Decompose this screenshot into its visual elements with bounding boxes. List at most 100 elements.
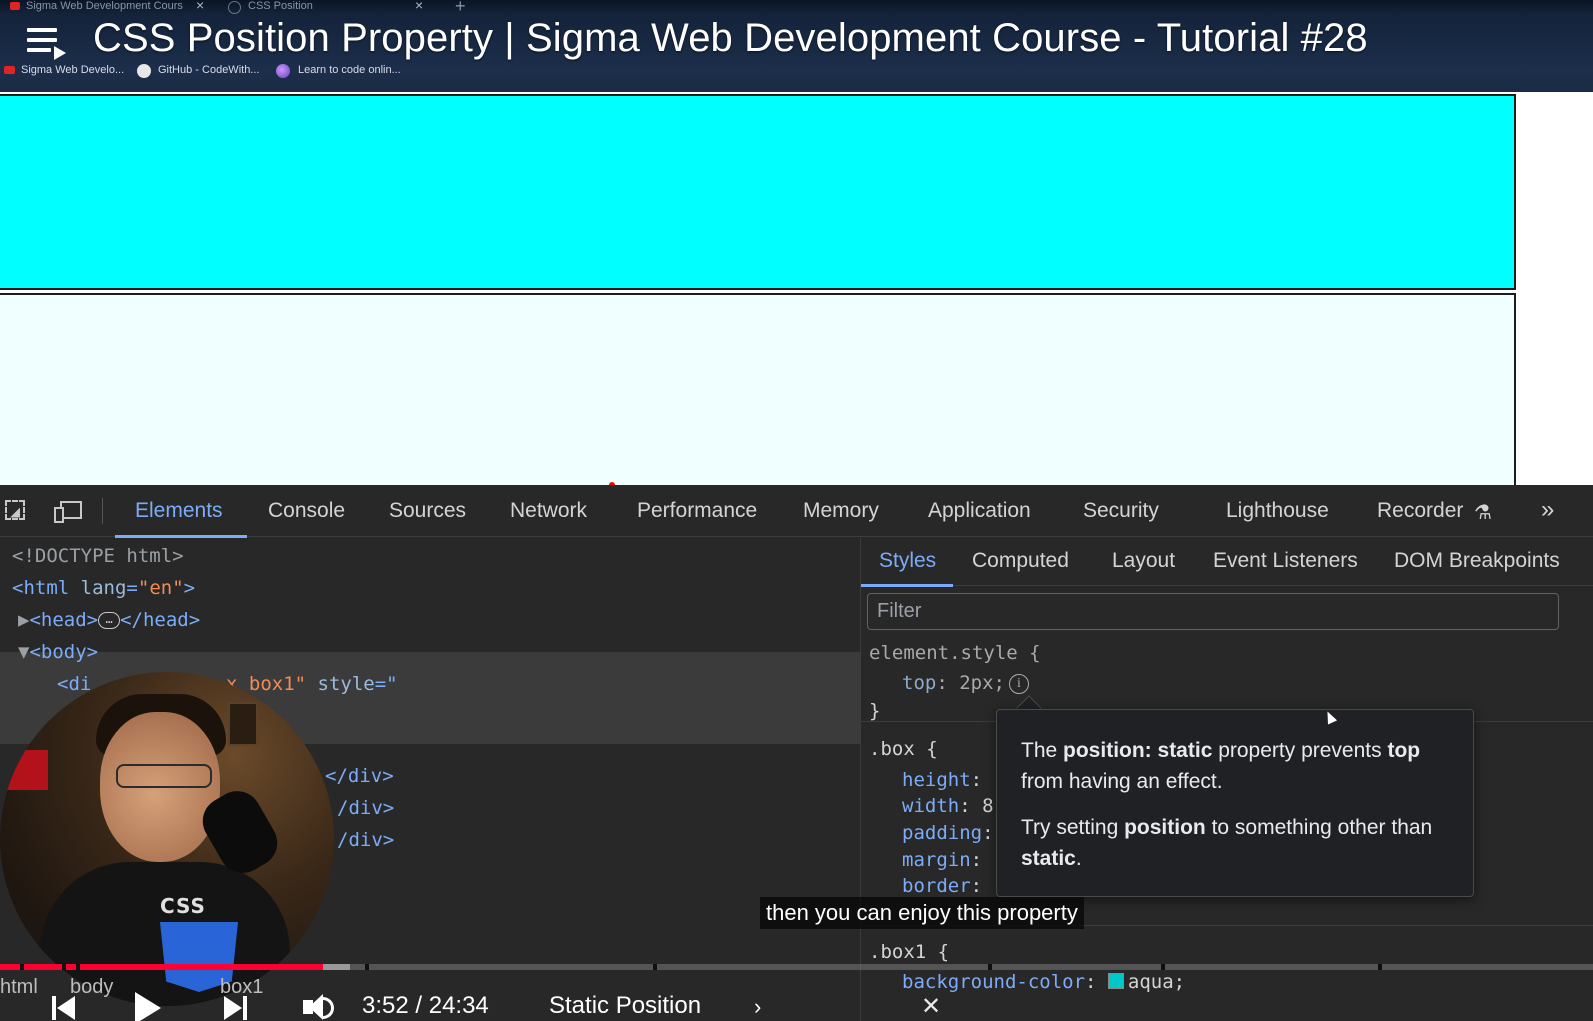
- tag-name: <html: [12, 577, 70, 599]
- head-node[interactable]: ▶<head>… </head>: [18, 609, 200, 631]
- toolbar-divider: [102, 498, 103, 524]
- video-caption: then you can enjoy this property: [760, 897, 1084, 929]
- time-display: 3:52 / 24:34: [362, 992, 489, 1019]
- prop-name: border: [902, 875, 971, 897]
- attr-name: style: [317, 673, 375, 695]
- collapsed-ellipsis-button[interactable]: …: [98, 612, 121, 629]
- selector-text: element.style {: [869, 642, 1041, 664]
- chapter-marker: [1161, 964, 1166, 970]
- browser-tab-sigma[interactable]: Sigma Web Development Cours: [10, 0, 210, 14]
- tab-memory[interactable]: Memory: [803, 499, 879, 523]
- previous-video-icon[interactable]: [52, 992, 78, 1020]
- html-node[interactable]: <html lang="en">: [12, 577, 195, 599]
- attr-value: "en": [137, 577, 184, 599]
- div-box1-attrs[interactable]: x box1" style=": [226, 673, 398, 695]
- element-style-selector[interactable]: element.style {: [869, 642, 1041, 664]
- close-tab-icon[interactable]: ×: [415, 0, 423, 13]
- box-prop-border[interactable]: border:: [902, 875, 994, 897]
- tab-sources[interactable]: Sources: [389, 499, 466, 523]
- box-prop-margin[interactable]: margin:: [902, 849, 994, 871]
- bookmark-learn-to-code[interactable]: Learn to code onlin...: [276, 64, 401, 78]
- chapter-marker: [1377, 964, 1382, 970]
- subtab-styles[interactable]: Styles: [879, 549, 936, 573]
- chapter-title[interactable]: Static Position: [549, 992, 701, 1020]
- close-brace: }: [869, 700, 881, 722]
- tag-name: </head>: [120, 609, 201, 631]
- browser-chrome: Sigma Web Development Cours × CSS Positi…: [0, 0, 1593, 92]
- element-style-declaration[interactable]: top: 2px; i: [902, 672, 1029, 694]
- prop-value: 8: [982, 795, 994, 817]
- prop-name: top: [902, 672, 937, 694]
- tag-name: <head>: [29, 609, 99, 631]
- close-icon[interactable]: ✕: [921, 992, 941, 1020]
- bookmark-label: Sigma Web Develo...: [21, 64, 125, 76]
- tab-label: CSS Position: [248, 0, 313, 12]
- prop-name: margin: [902, 849, 971, 871]
- prop-name: padding: [902, 822, 983, 844]
- attr-name: lang: [80, 577, 127, 599]
- box-prop-height[interactable]: height:: [902, 769, 994, 791]
- bookmark-github[interactable]: GitHub - CodeWith...: [137, 64, 260, 78]
- tab-lighthouse[interactable]: Lighthouse: [1226, 499, 1329, 523]
- chapter-marker: [987, 964, 992, 970]
- inspect-element-icon[interactable]: [4, 499, 30, 525]
- box-prop-padding[interactable]: padding:: [902, 822, 1005, 844]
- box-prop-width[interactable]: width: 8: [902, 795, 994, 817]
- chapter-marker: [364, 964, 369, 970]
- subtab-dom-breakpoints[interactable]: DOM Breakpoints: [1394, 549, 1560, 573]
- subtab-event-listeners[interactable]: Event Listeners: [1213, 549, 1358, 573]
- color-swatch[interactable]: [1107, 973, 1124, 989]
- close-tab-icon[interactable]: ×: [196, 0, 204, 13]
- collapse-triangle-icon[interactable]: ▼: [18, 641, 29, 663]
- styles-filter-input[interactable]: [867, 593, 1559, 630]
- inactive-property-tooltip: The position: static property prevents t…: [996, 709, 1474, 897]
- play-icon[interactable]: [135, 992, 161, 1021]
- active-subtab-indicator: [861, 584, 953, 587]
- tab-security[interactable]: Security: [1083, 499, 1159, 523]
- bookmark-label: GitHub - CodeWith...: [158, 64, 260, 76]
- box2-div[interactable]: [0, 293, 1516, 485]
- browser-tab-css-position[interactable]: CSS Position: [228, 0, 436, 14]
- box-selector[interactable]: .box {: [869, 738, 938, 760]
- bookmark-sigma[interactable]: Sigma Web Develo...: [4, 64, 124, 76]
- progress-played: [0, 964, 324, 970]
- div-close-tag[interactable]: /div>: [337, 797, 394, 819]
- chevron-right-icon[interactable]: ›: [754, 994, 761, 1020]
- video-title[interactable]: CSS Position Property | Sigma Web Develo…: [93, 16, 1368, 61]
- new-tab-button[interactable]: +: [455, 0, 466, 17]
- styles-subtabs: Styles Computed Layout Event Listeners D…: [861, 538, 1593, 587]
- tab-elements[interactable]: Elements: [135, 499, 223, 523]
- div-close-tag[interactable]: </div>: [325, 765, 394, 787]
- box1-div[interactable]: [0, 94, 1516, 290]
- device-toolbar-icon[interactable]: [54, 499, 82, 525]
- prop-name: height: [902, 769, 971, 791]
- tab-label: Sigma Web Development Cours: [26, 0, 183, 12]
- tab-network[interactable]: Network: [510, 499, 587, 523]
- player-controls: 3:52 / 24:34 Static Position ›: [0, 990, 1593, 1021]
- more-tabs-icon[interactable]: »: [1541, 496, 1554, 524]
- tab-performance[interactable]: Performance: [637, 499, 757, 523]
- page-viewport: [0, 92, 1593, 485]
- devtools-toolbar: Elements Console Sources Network Perform…: [0, 485, 1593, 538]
- info-icon[interactable]: i: [1008, 673, 1029, 694]
- tooltip-line-2: Try setting position to something other …: [1021, 816, 1433, 870]
- next-video-icon[interactable]: [222, 992, 248, 1020]
- box1-selector[interactable]: .box1 {: [869, 941, 949, 963]
- doctype-node[interactable]: <!DOCTYPE html>: [12, 545, 184, 567]
- chapter-marker: [62, 964, 67, 970]
- tab-console[interactable]: Console: [268, 499, 345, 523]
- div-close-tag[interactable]: /div>: [337, 829, 394, 851]
- expand-triangle-icon[interactable]: ▶: [18, 609, 29, 631]
- shirt-logo-text: CSS: [160, 894, 206, 918]
- volume-icon[interactable]: [303, 994, 334, 1021]
- subtab-layout[interactable]: Layout: [1112, 549, 1175, 573]
- tab-application[interactable]: Application: [928, 499, 1031, 523]
- subtab-computed[interactable]: Computed: [972, 549, 1069, 573]
- chapter-marker: [19, 964, 24, 970]
- playlist-menu-icon[interactable]: [27, 28, 67, 60]
- tab-recorder[interactable]: Recorder: [1377, 499, 1463, 523]
- presenter-webcam: CSS: [0, 672, 334, 1006]
- body-node[interactable]: ▼<body>: [18, 641, 98, 663]
- video-progress-bar[interactable]: [0, 964, 1593, 970]
- chapter-marker: [76, 964, 81, 970]
